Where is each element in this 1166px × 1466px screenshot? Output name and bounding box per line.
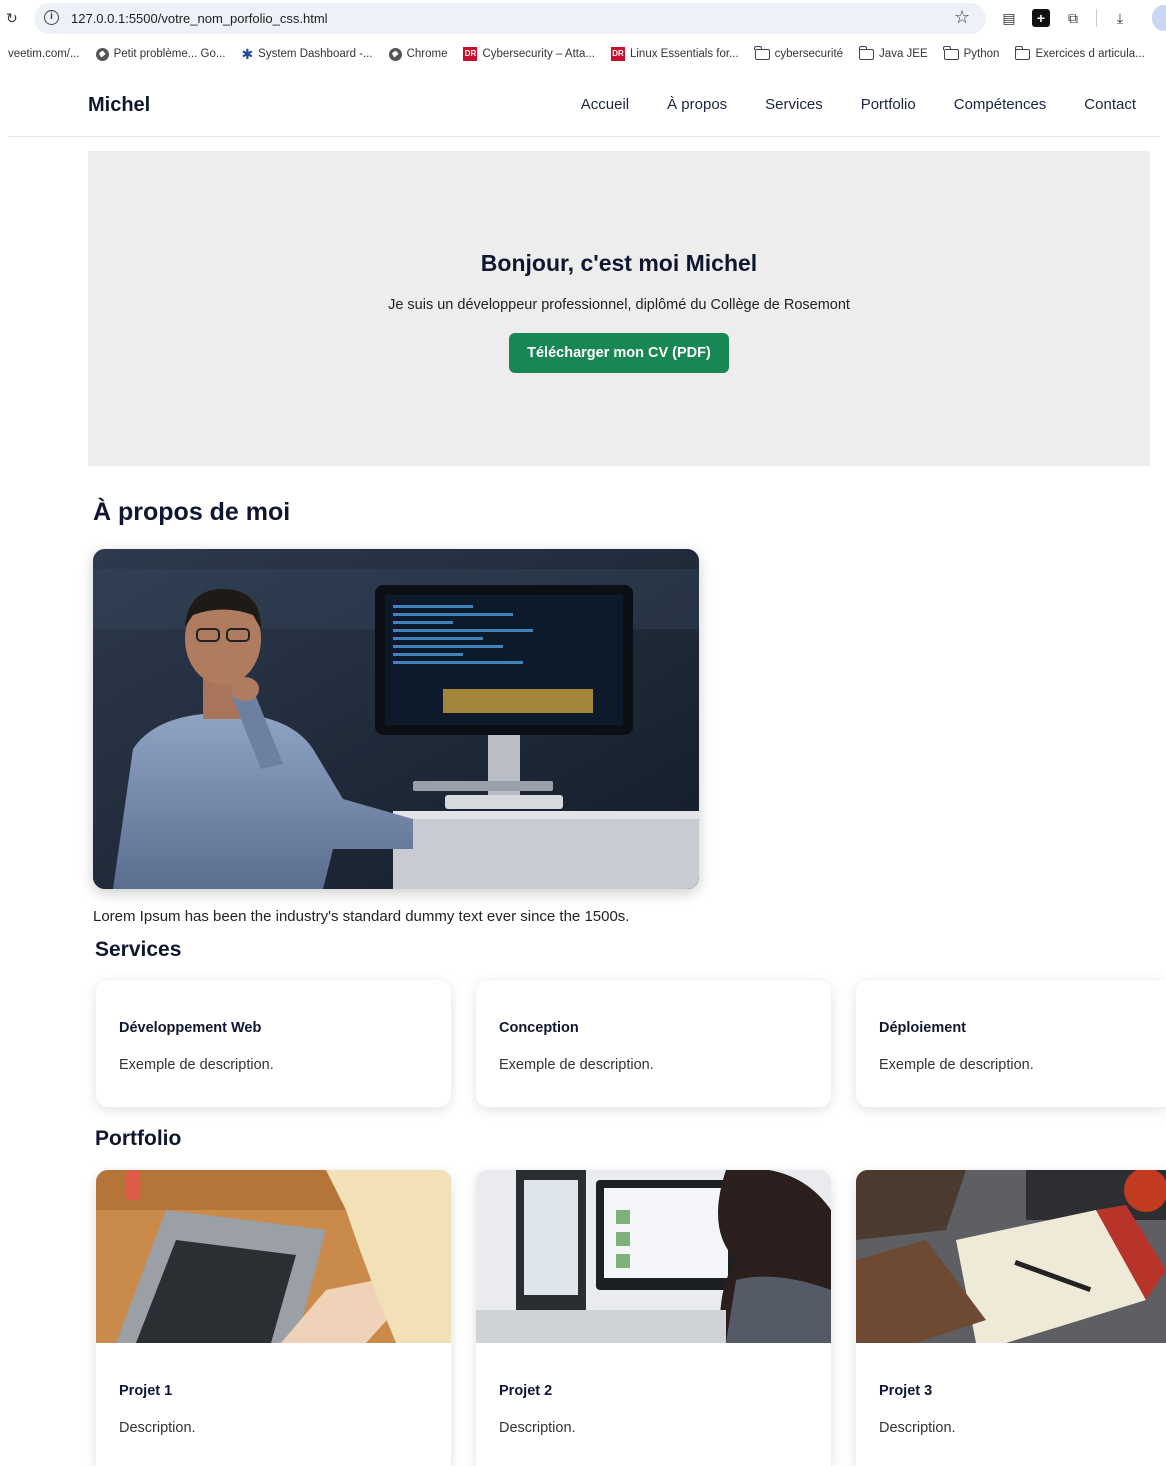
extension-icon[interactable]: ▤	[1000, 9, 1018, 27]
service-card: Développement Web Exemple de description…	[96, 980, 451, 1107]
nav-link-services[interactable]: Services	[765, 96, 823, 113]
download-icon[interactable]: ⤓	[1111, 9, 1129, 27]
extensions-area: ▤ + ⧉ ⤓	[1000, 6, 1129, 30]
bookmark-label: Petit problème... Go...	[113, 48, 226, 60]
globe-icon	[388, 47, 402, 61]
nav-links: Accueil À propos Services Portfolio Comp…	[581, 96, 1136, 113]
bookmark-folder[interactable]: Exercices d articula...	[1014, 45, 1145, 60]
brand-logo[interactable]: Michel	[88, 94, 150, 117]
browser-toolbar: ↻ i 127.0.0.1:5500/votre_nom_porfolio_cs…	[0, 0, 1166, 38]
hero-section: Bonjour, c'est moi Michel Je suis un dév…	[88, 151, 1150, 466]
bookmark-item[interactable]: ✱ System Dashboard -...	[241, 46, 372, 63]
folder-icon	[943, 45, 959, 60]
developer-at-desk-illustration	[93, 549, 699, 889]
bookmark-item[interactable]: Chrome	[388, 47, 448, 61]
address-bar[interactable]: i 127.0.0.1:5500/votre_nom_porfolio_css.…	[34, 3, 986, 34]
bookmark-folder[interactable]: Java JEE	[858, 45, 928, 60]
folder-icon	[858, 45, 875, 60]
project-title: Projet 1	[119, 1383, 173, 1399]
bookmark-label: Chrome	[406, 48, 448, 60]
folder-icon	[1014, 45, 1031, 60]
course-icon: DR	[463, 47, 478, 61]
bookmark-label: Linux Essentials for...	[629, 48, 739, 60]
bookmark-label: Python	[963, 48, 1000, 60]
nav-link-accueil[interactable]: Accueil	[581, 96, 629, 113]
project-card[interactable]: Projet 2 Description.	[476, 1170, 831, 1466]
service-card: Conception Exemple de description.	[476, 980, 831, 1107]
bookmark-item[interactable]: veetim.com/...	[8, 48, 80, 60]
download-cv-button[interactable]: Télécharger mon CV (PDF)	[509, 333, 729, 373]
bookmark-item[interactable]: DR Linux Essentials for...	[610, 47, 739, 61]
hero-title: Bonjour, c'est moi Michel	[480, 250, 758, 276]
dashboard-icon: ✱	[241, 45, 254, 62]
services-title: Services	[95, 938, 182, 961]
project-3-image	[856, 1170, 1166, 1343]
bookmark-label: cybersecurité	[774, 48, 844, 60]
project-description: Description.	[499, 1420, 576, 1436]
bookmarks-bar: veetim.com/... Petit problème... Go... ✱…	[0, 42, 1166, 66]
project-title: Projet 2	[499, 1383, 553, 1399]
globe-icon	[95, 47, 109, 61]
url-text[interactable]: 127.0.0.1:5500/votre_nom_porfolio_css.ht…	[71, 11, 328, 26]
puzzle-icon[interactable]: ⧉	[1064, 9, 1082, 27]
bookmark-label: Java JEE	[879, 48, 928, 60]
project-card[interactable]: Projet 1 Description.	[96, 1170, 451, 1466]
course-icon: DR	[610, 47, 625, 61]
bookmark-item[interactable]: Petit problème... Go...	[95, 47, 226, 61]
bookmark-item[interactable]: DR Cybersecurity – Atta...	[463, 47, 595, 61]
service-title: Développement Web	[119, 1020, 262, 1036]
about-description: Lorem Ipsum has been the industry's stan…	[93, 908, 630, 925]
project-card[interactable]: Projet 3 Description.	[856, 1170, 1166, 1466]
folder-icon	[754, 45, 770, 60]
service-description: Exemple de description.	[499, 1057, 654, 1073]
extension-plus-icon[interactable]: +	[1032, 9, 1050, 27]
reload-icon[interactable]: ↻	[6, 10, 18, 27]
nav-link-competences[interactable]: Compétences	[954, 96, 1047, 113]
site-navbar: Michel Accueil À propos Services Portfol…	[8, 80, 1160, 137]
about-title: À propos de moi	[93, 498, 291, 526]
bookmark-label: Cybersecurity – Atta...	[482, 48, 595, 60]
toolbar-divider	[1096, 9, 1097, 27]
profile-avatar[interactable]	[1152, 5, 1166, 31]
nav-link-contact[interactable]: Contact	[1084, 96, 1136, 113]
portfolio-title: Portfolio	[95, 1127, 182, 1150]
service-description: Exemple de description.	[119, 1057, 274, 1073]
bookmark-folder[interactable]: cybersecurité	[754, 45, 844, 60]
site-info-icon[interactable]: i	[44, 10, 59, 25]
project-description: Description.	[119, 1420, 196, 1436]
bookmark-label: System Dashboard -...	[258, 48, 373, 60]
bookmark-label: veetim.com/...	[8, 48, 80, 60]
project-title: Projet 3	[879, 1383, 933, 1399]
bookmark-star-icon[interactable]: ☆	[954, 7, 970, 28]
project-1-image	[96, 1170, 451, 1343]
bookmark-label: Exercices d articula...	[1035, 48, 1145, 60]
nav-link-portfolio[interactable]: Portfolio	[861, 96, 916, 113]
service-title: Déploiement	[879, 1020, 967, 1036]
project-2-image	[476, 1170, 831, 1343]
project-description: Description.	[879, 1420, 956, 1436]
hero-subtitle: Je suis un développeur professionnel, di…	[388, 297, 850, 313]
nav-link-a-propos[interactable]: À propos	[667, 96, 727, 113]
service-description: Exemple de description.	[879, 1057, 1034, 1073]
about-photo	[93, 549, 699, 889]
service-card: Déploiement Exemple de description.	[856, 980, 1166, 1107]
service-title: Conception	[499, 1020, 579, 1036]
bookmark-folder[interactable]: Python	[943, 45, 1000, 60]
